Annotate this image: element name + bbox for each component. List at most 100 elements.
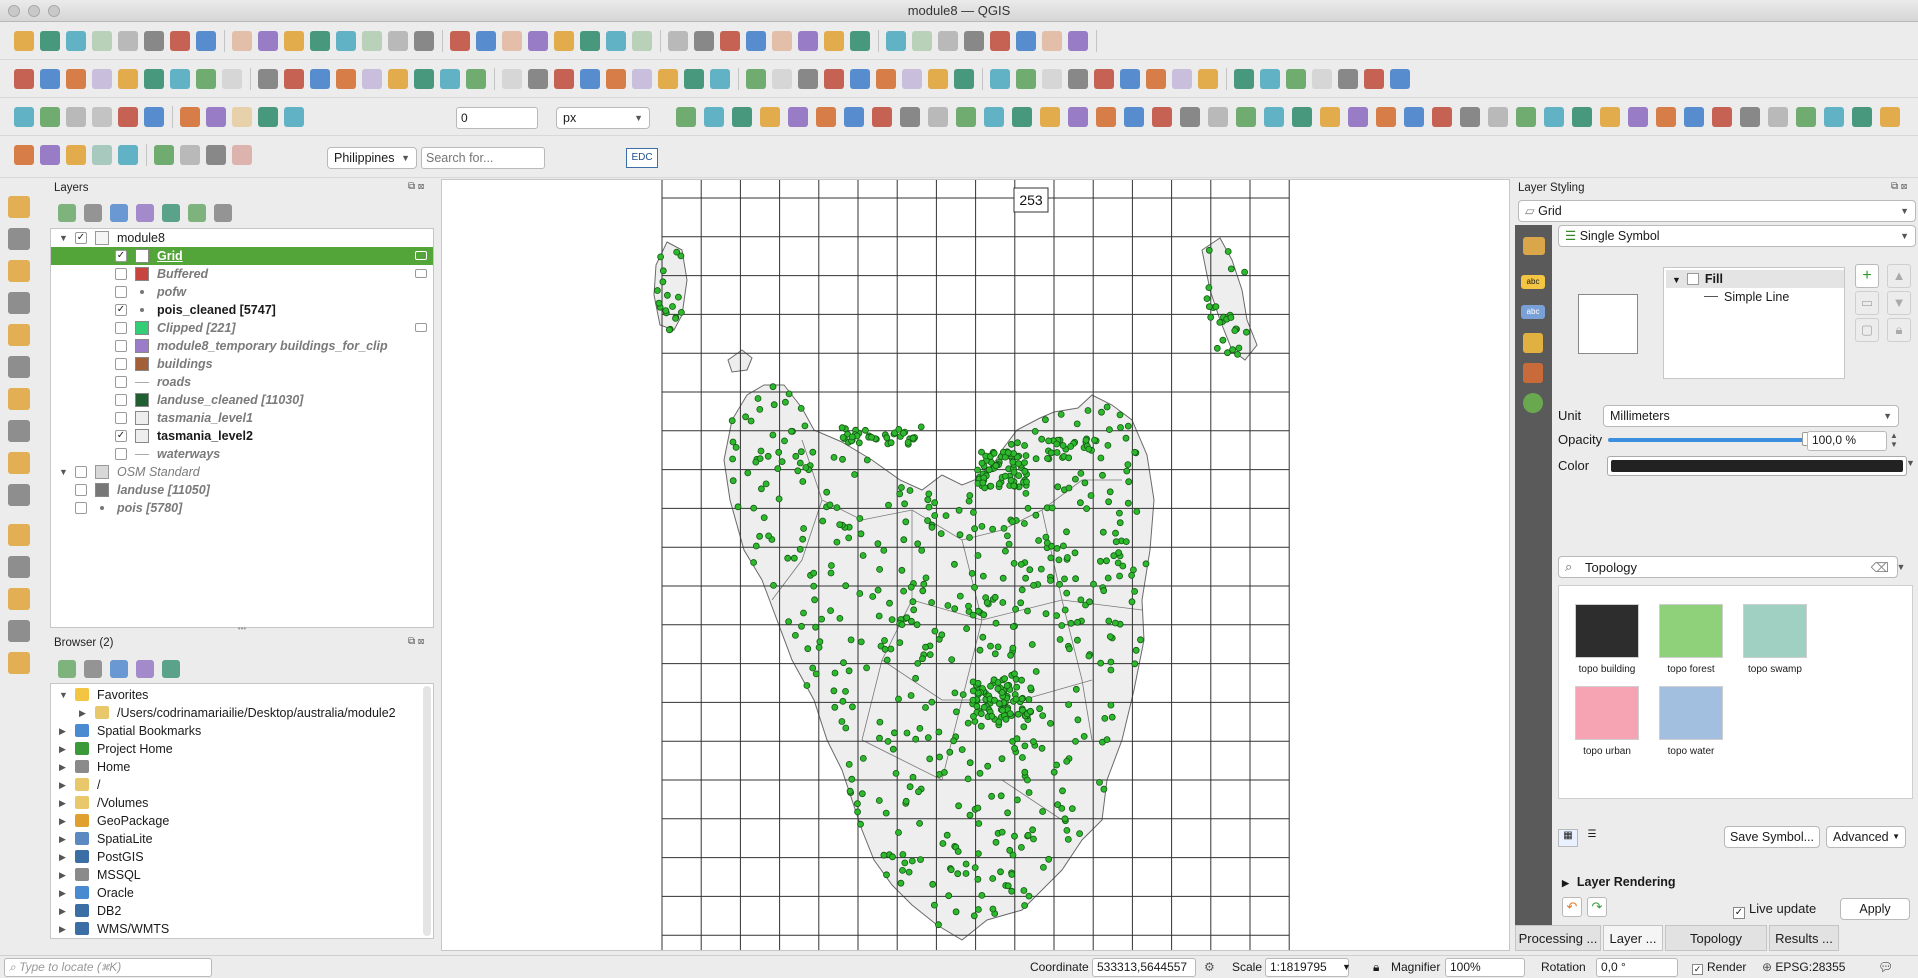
chevron-down-icon[interactable]: ▼ <box>1342 962 1351 972</box>
layer-row[interactable]: Clipped [221] <box>51 319 433 337</box>
tool-40-icon[interactable] <box>1068 69 1088 89</box>
dock-tab[interactable]: Topology Checke... <box>1665 925 1767 972</box>
layer-visibility-checkbox[interactable] <box>115 394 127 406</box>
chevron-right-icon[interactable]: ▶ <box>59 866 66 884</box>
layers-panel-float-close[interactable]: ⧉ ⊠ <box>408 181 424 192</box>
plugin-29-icon[interactable] <box>1460 107 1480 127</box>
plugin-14-icon[interactable] <box>1040 107 1060 127</box>
symbol-library-item[interactable]: topo swamp <box>1743 604 1807 675</box>
offset-spinbox[interactable]: 0 <box>456 107 538 129</box>
tool-41-icon[interactable] <box>1094 69 1114 89</box>
symbol-layer-fill[interactable]: ▼ Fill <box>1666 270 1844 288</box>
plugin-3-icon[interactable] <box>732 107 752 127</box>
database-icon[interactable] <box>466 69 486 89</box>
tool-8-icon[interactable] <box>206 145 226 165</box>
plugin-31-icon[interactable] <box>1516 107 1536 127</box>
redo-icon[interactable]: ↷ <box>1587 897 1607 917</box>
embedded-widget-icon[interactable] <box>415 269 427 278</box>
zoom-to-layer-icon[interactable] <box>336 31 356 51</box>
digitize-icon[interactable] <box>92 69 112 89</box>
tool-31-icon[interactable] <box>824 31 844 51</box>
remove-layer-icon[interactable]: ▭ <box>1855 291 1879 315</box>
tool-40-icon[interactable] <box>1068 31 1088 51</box>
plugin2-icon[interactable] <box>606 69 626 89</box>
tool-51-icon[interactable] <box>1364 69 1384 89</box>
apply-button[interactable]: Apply <box>1840 898 1910 920</box>
tool-35-icon[interactable] <box>938 31 958 51</box>
plugin-32-icon[interactable] <box>1544 107 1564 127</box>
tool-6-icon[interactable] <box>144 107 164 127</box>
tool-37-icon[interactable] <box>990 31 1010 51</box>
pan-to-selection-icon[interactable] <box>196 31 216 51</box>
layers-tool-4-icon[interactable] <box>136 204 154 222</box>
plugin-30-icon[interactable] <box>1488 107 1508 127</box>
plugin-2-icon[interactable] <box>704 107 724 127</box>
browser-panel-float-close[interactable]: ⧉ ⊠ <box>408 636 424 647</box>
browser-scrollbar[interactable] <box>423 686 431 936</box>
minimize-window-button[interactable] <box>28 5 40 17</box>
layer-row[interactable]: ✓ Grid <box>51 247 433 265</box>
tool-11-icon[interactable] <box>284 107 304 127</box>
locator-country-select[interactable]: Philippines ▼ <box>327 147 417 169</box>
diagrams-tab-icon[interactable] <box>1523 363 1543 383</box>
copy-icon[interactable] <box>196 69 216 89</box>
plugin-22-icon[interactable] <box>1264 107 1284 127</box>
layer-visibility-checkbox[interactable] <box>115 448 127 460</box>
render-checkbox[interactable]: ✓ Render <box>1692 960 1746 975</box>
tool-4-icon[interactable] <box>92 145 112 165</box>
temporal-icon[interactable] <box>502 31 522 51</box>
browser-item[interactable]: ▶ MSSQL <box>51 866 433 884</box>
map-canvas[interactable]: 253 <box>441 179 1510 951</box>
tool-27-icon[interactable] <box>710 69 730 89</box>
browser-item[interactable]: ▶ Project Home <box>51 740 433 758</box>
plugin-12-icon[interactable] <box>984 107 1004 127</box>
toggle-editing-icon[interactable] <box>40 69 60 89</box>
layers-tool-7-icon[interactable] <box>214 204 232 222</box>
move-down-icon[interactable]: ▼ <box>1887 291 1911 315</box>
tool-47-icon[interactable] <box>1260 69 1280 89</box>
zoom-full-icon[interactable] <box>284 31 304 51</box>
layer-visibility-checkbox[interactable] <box>115 322 127 334</box>
zoom-next-icon[interactable] <box>414 31 434 51</box>
tool-39-icon[interactable] <box>1042 69 1062 89</box>
identify-icon[interactable] <box>554 31 574 51</box>
plugin-25-icon[interactable] <box>1348 107 1368 127</box>
refresh-icon[interactable] <box>528 31 548 51</box>
history-tab-icon[interactable] <box>1523 393 1543 413</box>
tool-30-icon[interactable] <box>798 69 818 89</box>
plugin-13-icon[interactable] <box>1012 107 1032 127</box>
3d-view-tab-icon[interactable] <box>1523 333 1543 353</box>
new-shapefile-icon[interactable] <box>8 556 30 578</box>
georeferencer-icon[interactable] <box>8 588 30 610</box>
edc-button[interactable]: EDC <box>626 148 658 168</box>
coordinate-field[interactable]: 533313,5644557 <box>1092 958 1196 977</box>
lock-icon[interactable]: 🔒︎ <box>1887 318 1911 342</box>
layer-row[interactable]: waterways <box>51 445 433 463</box>
map-svg[interactable]: 253 <box>442 180 1510 951</box>
tool-3-icon[interactable] <box>66 107 86 127</box>
save-edits-icon[interactable] <box>66 69 86 89</box>
tool-49-icon[interactable] <box>1312 69 1332 89</box>
plugin-7-icon[interactable] <box>844 107 864 127</box>
tool-33-icon[interactable] <box>876 69 896 89</box>
tool-36-icon[interactable] <box>964 31 984 51</box>
plugin-35-icon[interactable] <box>1628 107 1648 127</box>
tool-35-icon[interactable] <box>928 69 948 89</box>
chevron-right-icon[interactable]: ▶ <box>59 920 66 938</box>
processing-icon[interactable] <box>632 31 652 51</box>
zoom-in-icon[interactable] <box>232 31 252 51</box>
crs-button[interactable]: ⊕ EPSG:28355 <box>1762 960 1845 974</box>
print-layout-icon[interactable] <box>118 31 138 51</box>
tool-1-icon[interactable] <box>14 107 34 127</box>
symbol-search-field[interactable]: ⌕ Topology ⌫ <box>1558 556 1898 578</box>
plugin-8-icon[interactable] <box>872 107 892 127</box>
toggle-extents-icon[interactable]: ⚙ <box>1204 960 1215 974</box>
chevron-down-icon[interactable]: ▼ <box>1906 458 1915 468</box>
add-raster-icon[interactable] <box>8 228 30 250</box>
undo-icon[interactable] <box>258 69 278 89</box>
layer-row[interactable]: buildings <box>51 355 433 373</box>
layer-visibility-checkbox[interactable] <box>115 340 127 352</box>
add-delimited-icon[interactable] <box>8 292 30 314</box>
cut-icon[interactable] <box>170 69 190 89</box>
tool-50-icon[interactable] <box>1338 69 1358 89</box>
